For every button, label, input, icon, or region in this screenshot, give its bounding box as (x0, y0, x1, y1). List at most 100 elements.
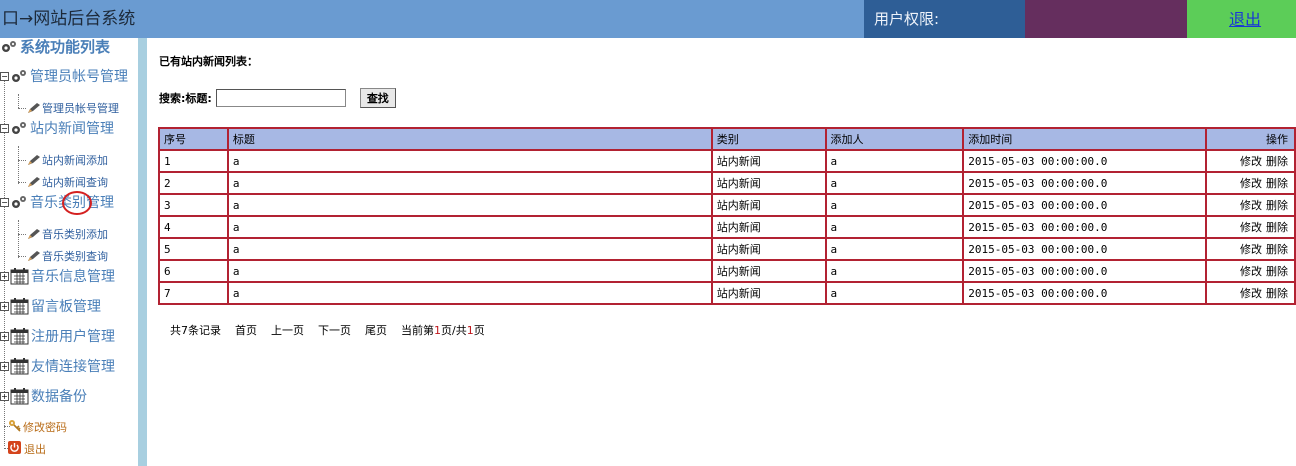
collapse-icon[interactable]: − (0, 123, 9, 133)
search-bar: 搜索:标题: 查找 (159, 88, 396, 108)
page-title: 已有站内新闻列表： (159, 55, 258, 68)
cell-actions: 修改 删除 (1205, 193, 1296, 217)
table-row: 2 a 站内新闻 a 2015-05-03 00:00:00.0 修改 删除 (158, 171, 1296, 195)
cell-category: 站内新闻 (710, 281, 827, 305)
cell-id: 3 (158, 193, 229, 217)
cell-actions: 修改 删除 (1205, 149, 1296, 173)
expand-icon[interactable]: + (0, 391, 9, 401)
cell-author: a (824, 215, 965, 239)
sidebar-group-registered-users[interactable]: + 注册用户管理 (0, 326, 115, 346)
tree-line (18, 256, 26, 257)
delete-link[interactable]: 删除 (1266, 221, 1288, 234)
sidebar-group-music-category[interactable]: − 音乐类别管理 (0, 192, 114, 212)
table-row: 5 a 站内新闻 a 2015-05-03 00:00:00.0 修改 删除 (158, 237, 1296, 261)
search-input[interactable] (215, 89, 346, 107)
sidebar-item-label: 音乐类别查询 (42, 250, 108, 263)
tree-line (18, 234, 26, 235)
cell-time: 2015-05-03 00:00:00.0 (962, 149, 1208, 173)
current-page-number: 1 (434, 324, 441, 337)
cell-author: a (824, 171, 965, 195)
prev-page-link[interactable]: 上一页 (271, 322, 304, 338)
cell-author: a (824, 259, 965, 283)
calendar-icon (10, 267, 30, 285)
sidebar-item-music-category-query[interactable]: 音乐类别查询 (27, 248, 108, 264)
sidebar-splitter[interactable] (138, 38, 147, 466)
calendar-icon (10, 357, 30, 375)
first-page-link[interactable]: 首页 (235, 322, 257, 338)
cell-category: 站内新闻 (710, 215, 827, 239)
collapse-icon[interactable]: − (0, 71, 9, 81)
power-icon (8, 441, 24, 457)
permission-label: 用户权限: (874, 10, 940, 28)
edit-link[interactable]: 修改 (1240, 243, 1262, 256)
sidebar-item-label: 退出 (24, 443, 46, 456)
edit-link[interactable]: 修改 (1240, 155, 1262, 168)
delete-link[interactable]: 删除 (1266, 155, 1288, 168)
pencil-icon (27, 102, 41, 114)
next-page-link[interactable]: 下一页 (318, 322, 351, 338)
delete-link[interactable]: 删除 (1266, 265, 1288, 278)
sidebar-group-music-info[interactable]: + 音乐信息管理 (0, 266, 115, 286)
sidebar-group-admin-accounts[interactable]: − 管理员帐号管理 (0, 66, 128, 86)
edit-link[interactable]: 修改 (1240, 265, 1262, 278)
pencil-icon (27, 176, 41, 188)
table-row: 6 a 站内新闻 a 2015-05-03 00:00:00.0 修改 删除 (158, 259, 1296, 283)
sidebar-item-label: 站内新闻查询 (42, 176, 108, 189)
header-logout-link[interactable]: 退出 (1229, 6, 1261, 30)
calendar-icon (10, 297, 30, 315)
sidebar-item-logout[interactable]: 退出 (8, 441, 46, 457)
cell-actions: 修改 删除 (1205, 281, 1296, 305)
sidebar-group-guestbook[interactable]: + 留言板管理 (0, 296, 101, 316)
page-indicator-prefix: 当前第 (401, 324, 434, 337)
sidebar-item-news-add[interactable]: 站内新闻添加 (27, 152, 108, 168)
delete-link[interactable]: 删除 (1266, 287, 1288, 300)
sidebar-group-friend-links[interactable]: + 友情连接管理 (0, 356, 115, 376)
expand-icon[interactable]: + (0, 361, 9, 371)
expand-icon[interactable]: + (0, 301, 9, 311)
cell-category: 站内新闻 (710, 149, 827, 173)
delete-link[interactable]: 删除 (1266, 177, 1288, 190)
edit-link[interactable]: 修改 (1240, 199, 1262, 212)
cell-time: 2015-05-03 00:00:00.0 (962, 171, 1208, 195)
sidebar-item-admin-accounts[interactable]: 管理员帐号管理 (27, 100, 119, 116)
cell-title: a (226, 237, 713, 261)
sidebar-item-news-query[interactable]: 站内新闻查询 (27, 174, 108, 190)
last-page-link[interactable]: 尾页 (365, 322, 387, 338)
total-pages-number: 1 (466, 324, 474, 337)
sidebar-group-news[interactable]: − 站内新闻管理 (0, 118, 114, 138)
search-button[interactable]: 查找 (359, 88, 396, 108)
expand-icon[interactable]: + (0, 331, 9, 341)
cell-title: a (226, 281, 713, 305)
delete-link[interactable]: 删除 (1266, 199, 1288, 212)
cell-category: 站内新闻 (710, 193, 827, 217)
cell-title: a (226, 149, 713, 173)
gear-icon (10, 120, 30, 136)
collapse-icon[interactable]: − (0, 197, 9, 207)
tree-line (18, 220, 19, 258)
edit-link[interactable]: 修改 (1240, 287, 1262, 300)
calendar-icon (10, 387, 30, 405)
sidebar-item-change-password[interactable]: 修改密码 (8, 419, 67, 435)
expand-icon[interactable]: + (0, 271, 9, 281)
tree-line (18, 182, 26, 183)
cell-category: 站内新闻 (710, 171, 827, 195)
sidebar-group-backup[interactable]: + 数据备份 (0, 386, 87, 406)
pencil-icon (27, 250, 41, 262)
sidebar-item-music-category-add[interactable]: 音乐类别添加 (27, 226, 108, 242)
edit-link[interactable]: 修改 (1240, 221, 1262, 234)
cell-author: a (824, 193, 965, 217)
cell-author: a (824, 149, 965, 173)
page-indicator: 当前第1页/共1页 (401, 322, 485, 338)
pencil-icon (27, 228, 41, 240)
cell-title: a (226, 259, 713, 283)
record-count-prefix: 共 (170, 324, 181, 337)
delete-link[interactable]: 删除 (1266, 243, 1288, 256)
top-header: 口→网站后台系统 用户权限: 退出 (0, 0, 1296, 38)
sidebar: 系统功能列表 − 管理员帐号管理 管理员帐号管理 − 站内新闻管理 站内新闻添加… (0, 38, 138, 466)
edit-link[interactable]: 修改 (1240, 177, 1262, 190)
column-header-category: 类别 (710, 127, 827, 151)
sidebar-item-label: 管理员帐号管理 (42, 102, 119, 115)
cell-time: 2015-05-03 00:00:00.0 (962, 237, 1208, 261)
cell-id: 6 (158, 259, 229, 283)
cell-category: 站内新闻 (710, 237, 827, 261)
